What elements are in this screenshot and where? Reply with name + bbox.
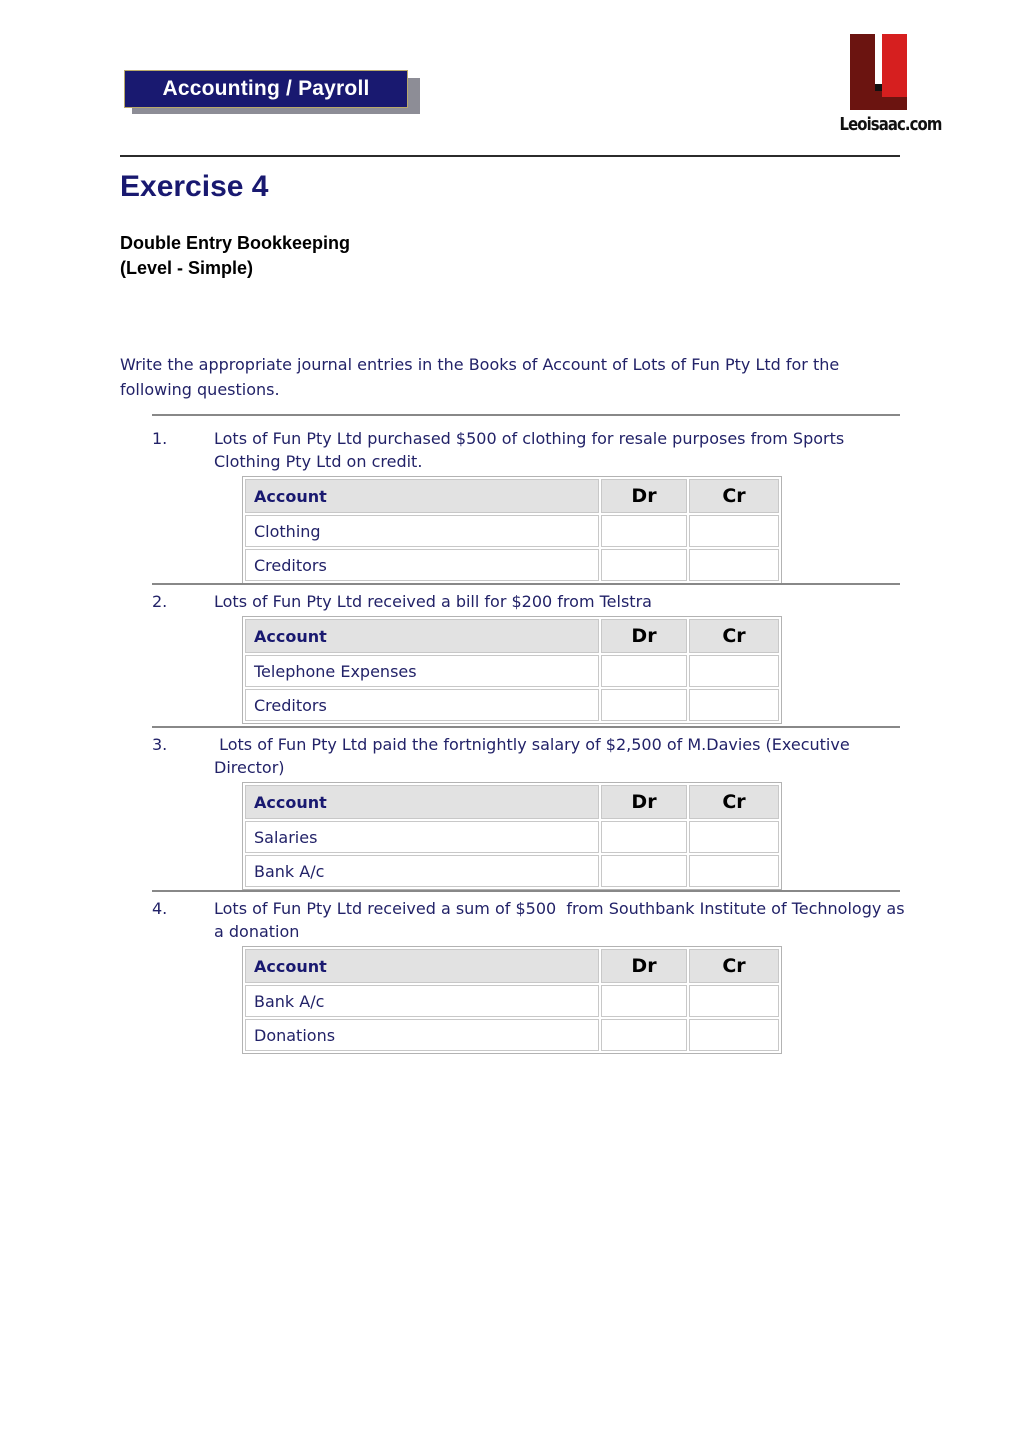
question-text: Lots of Fun Pty Ltd purchased $500 of cl… — [214, 429, 850, 471]
dr-amount-cell[interactable] — [601, 1019, 687, 1051]
dr-amount-cell[interactable] — [601, 549, 687, 581]
question-block-4: 4. Lots of Fun Pty Ltd received a sum of… — [152, 897, 912, 1054]
table-row: Bank A/c — [245, 985, 779, 1017]
logo-red-bar — [882, 34, 907, 97]
question-number: 3. — [152, 735, 168, 754]
subtitle-line-1: Double Entry Bookkeeping — [120, 233, 351, 253]
document-header: Accounting / Payroll Leoisaac.com — [0, 0, 1020, 160]
table-header-row: Account Dr Cr — [245, 619, 779, 653]
column-header-cr: Cr — [689, 619, 779, 653]
dr-amount-cell[interactable] — [601, 821, 687, 853]
question-number: 4. — [152, 899, 168, 918]
leoisaac-l-logo-icon — [850, 28, 920, 110]
column-header-cr: Cr — [689, 785, 779, 819]
column-header-dr: Dr — [601, 949, 687, 983]
table-row: Creditors — [245, 689, 779, 721]
table-row: Clothing — [245, 515, 779, 547]
dr-amount-cell[interactable] — [601, 855, 687, 887]
intro-paragraph: Write the appropriate journal entries in… — [120, 355, 840, 399]
cr-amount-cell[interactable] — [689, 985, 779, 1017]
cr-amount-cell[interactable] — [689, 549, 779, 581]
question-block-3: 3. Lots of Fun Pty Ltd paid the fortnigh… — [152, 733, 912, 890]
accounting-payroll-banner: Accounting / Payroll — [124, 70, 420, 114]
column-header-account: Account — [245, 619, 599, 653]
column-header-account: Account — [245, 785, 599, 819]
banner-label: Accounting / Payroll — [162, 77, 370, 100]
table-row: Creditors — [245, 549, 779, 581]
cr-amount-cell[interactable] — [689, 821, 779, 853]
question-number: 2. — [152, 592, 168, 611]
account-name-cell: Clothing — [245, 515, 599, 547]
dr-amount-cell[interactable] — [601, 689, 687, 721]
cr-amount-cell[interactable] — [689, 689, 779, 721]
column-header-dr: Dr — [601, 479, 687, 513]
account-name-cell: Telephone Expenses — [245, 655, 599, 687]
journal-table-3: Account Dr Cr Salaries Bank A/c — [242, 782, 782, 890]
header-rule — [120, 155, 900, 157]
leoisaac-logo: Leoisaac.com — [828, 28, 953, 143]
column-header-account: Account — [245, 949, 599, 983]
question-block-1: 1. Lots of Fun Pty Ltd purchased $500 of… — [152, 427, 912, 584]
table-header-row: Account Dr Cr — [245, 479, 779, 513]
journal-table-4: Account Dr Cr Bank A/c Donations — [242, 946, 782, 1054]
question-number: 1. — [152, 429, 168, 448]
logo-dot — [875, 84, 882, 91]
dr-amount-cell[interactable] — [601, 515, 687, 547]
table-row: Bank A/c — [245, 855, 779, 887]
column-header-account: Account — [245, 479, 599, 513]
page-title: Exercise 4 — [120, 170, 269, 203]
logo-wordmark: Leoisaac.com — [839, 114, 943, 135]
question-block-2: 2. Lots of Fun Pty Ltd received a bill f… — [152, 590, 912, 724]
divider-above-q3 — [152, 726, 900, 728]
divider-above-q2 — [152, 583, 900, 585]
account-name-cell: Salaries — [245, 821, 599, 853]
column-header-dr: Dr — [601, 619, 687, 653]
cr-amount-cell[interactable] — [689, 655, 779, 687]
account-name-cell: Bank A/c — [245, 985, 599, 1017]
account-name-cell: Creditors — [245, 689, 599, 721]
divider-above-q4 — [152, 890, 900, 892]
account-name-cell: Donations — [245, 1019, 599, 1051]
column-header-dr: Dr — [601, 785, 687, 819]
table-row: Telephone Expenses — [245, 655, 779, 687]
subtitle-line-2: (Level - Simple) — [120, 258, 254, 278]
table-row: Donations — [245, 1019, 779, 1051]
question-text: Lots of Fun Pty Ltd received a sum of $5… — [214, 899, 910, 941]
account-name-cell: Creditors — [245, 549, 599, 581]
banner-box: Accounting / Payroll — [124, 70, 408, 108]
divider-above-q1 — [152, 414, 900, 416]
table-row: Salaries — [245, 821, 779, 853]
cr-amount-cell[interactable] — [689, 515, 779, 547]
column-header-cr: Cr — [689, 949, 779, 983]
account-name-cell: Bank A/c — [245, 855, 599, 887]
question-text: Lots of Fun Pty Ltd paid the fortnightly… — [214, 735, 855, 777]
cr-amount-cell[interactable] — [689, 1019, 779, 1051]
journal-table-1: Account Dr Cr Clothing Creditors — [242, 476, 782, 584]
table-header-row: Account Dr Cr — [245, 785, 779, 819]
dr-amount-cell[interactable] — [601, 655, 687, 687]
dr-amount-cell[interactable] — [601, 985, 687, 1017]
page-subtitle: Double Entry Bookkeeping (Level - Simple… — [120, 231, 350, 281]
cr-amount-cell[interactable] — [689, 855, 779, 887]
question-text: Lots of Fun Pty Ltd received a bill for … — [214, 592, 652, 611]
column-header-cr: Cr — [689, 479, 779, 513]
table-header-row: Account Dr Cr — [245, 949, 779, 983]
journal-table-2: Account Dr Cr Telephone Expenses Credito… — [242, 616, 782, 724]
